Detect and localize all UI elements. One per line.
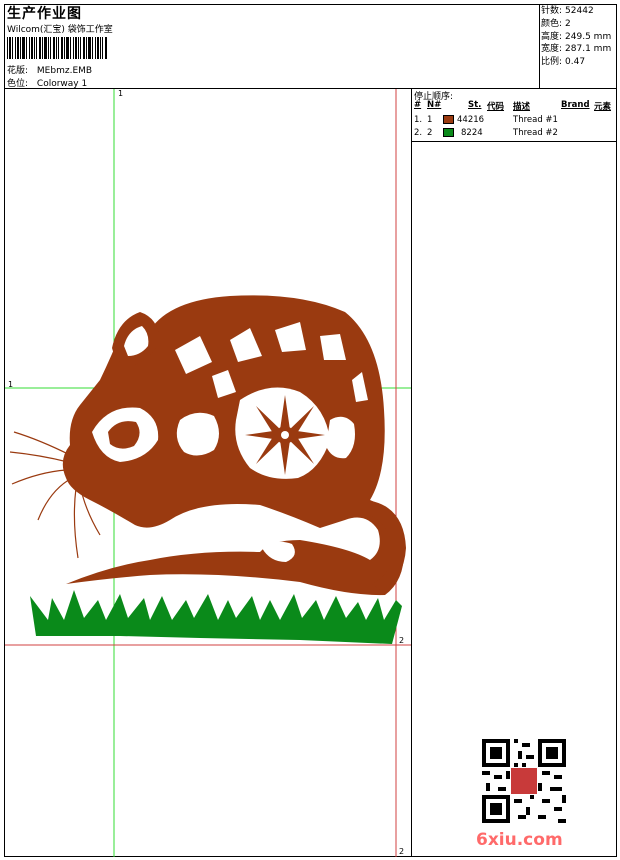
guide-label-green-left: 1	[8, 380, 14, 389]
flower-center-dot	[281, 431, 289, 439]
watermark-site: 6xiu.com	[476, 830, 563, 850]
embroidery-design-canvas	[5, 89, 411, 857]
guide-label-red-bottom: 2	[399, 847, 405, 856]
guide-label-green-top: 1	[118, 89, 124, 98]
guide-label-red-right: 2	[399, 636, 405, 645]
seal-stamp	[510, 767, 538, 795]
grass	[30, 590, 402, 644]
